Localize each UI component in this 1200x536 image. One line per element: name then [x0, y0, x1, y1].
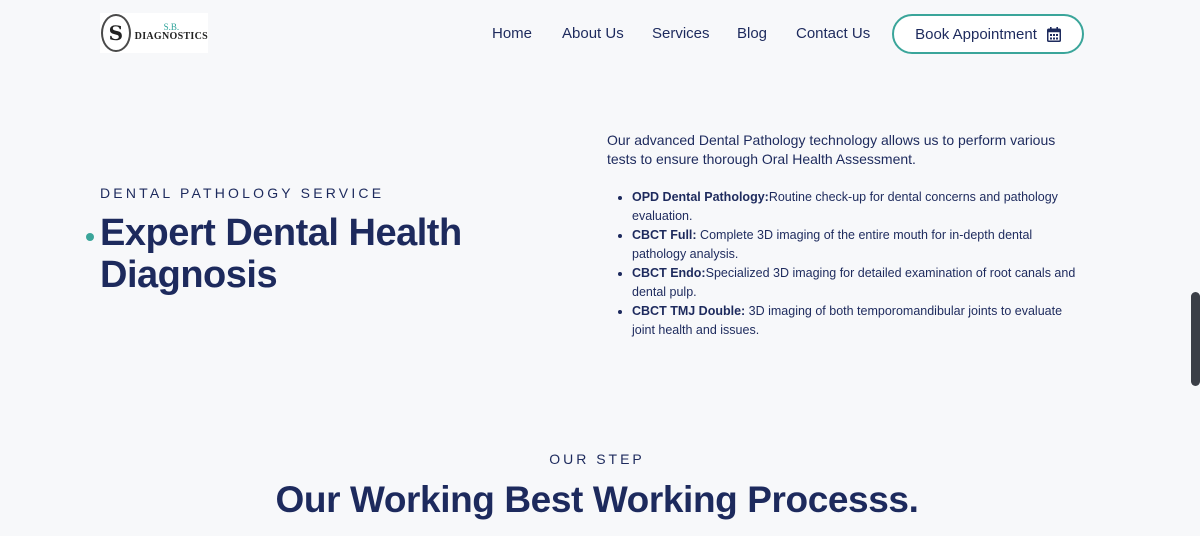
- list-item: CBCT Full: Complete 3D imaging of the en…: [632, 226, 1076, 264]
- book-appointment-button[interactable]: Book Appointment: [892, 14, 1084, 54]
- nav-contact-us[interactable]: Contact Us: [796, 24, 870, 44]
- page-scrollbar[interactable]: [1191, 292, 1200, 386]
- list-item: CBCT TMJ Double: 3D imaging of both temp…: [632, 302, 1076, 340]
- list-item: CBCT Endo:Specialized 3D imaging for det…: [632, 264, 1076, 302]
- service-name: OPD Dental Pathology:: [632, 190, 769, 204]
- service-name: CBCT Full:: [632, 228, 697, 242]
- steps-title: Our Working Best Working Processs.: [275, 479, 919, 520]
- nav-blog[interactable]: Blog: [737, 24, 767, 44]
- book-appointment-label: Book Appointment: [915, 25, 1037, 43]
- nav-home[interactable]: Home: [492, 24, 532, 44]
- calendar-icon: [1046, 26, 1061, 42]
- service-intro: Our advanced Dental Pathology technology…: [607, 132, 1056, 167]
- section-eyebrow: DENTAL PATHOLOGY SERVICE: [100, 185, 385, 201]
- site-header: S S.B. DIAGNOSTICS Home About Us Service…: [0, 0, 1200, 68]
- steps-eyebrow: OUR STEP: [549, 451, 645, 467]
- nav-services[interactable]: Services: [652, 24, 710, 44]
- service-list: OPD Dental Pathology:Routine check-up fo…: [616, 188, 1076, 340]
- list-item: OPD Dental Pathology:Routine check-up fo…: [632, 188, 1076, 226]
- service-name: CBCT Endo:: [632, 266, 706, 280]
- accent-dot: [86, 233, 94, 241]
- page-title: Expert Dental Health Diagnosis: [100, 212, 462, 296]
- nav-about-us[interactable]: About Us: [562, 24, 624, 44]
- service-name: CBCT TMJ Double:: [632, 304, 746, 318]
